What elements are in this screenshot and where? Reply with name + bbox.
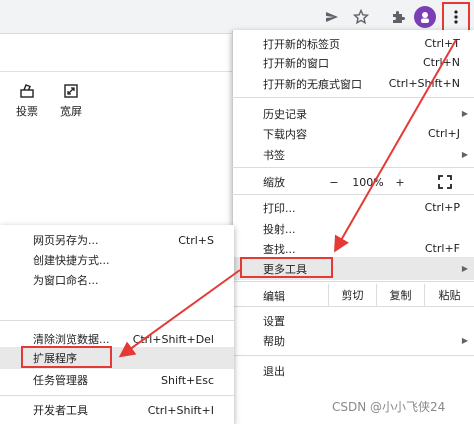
page-divider — [0, 71, 232, 72]
menu-separator — [232, 281, 474, 282]
menu-item-print[interactable]: 打印... Ctrl+P — [232, 196, 474, 219]
shortcut-clear-data: Ctrl+Shift+Del — [132, 332, 214, 346]
copy-button[interactable]: 复制 — [376, 284, 424, 306]
zoom-out-button[interactable]: − — [322, 172, 346, 192]
menu-item-new-window[interactable]: 打开新的窗口 Ctrl+N — [232, 51, 474, 74]
menu-separator — [232, 97, 474, 98]
chevron-right-icon: ▶ — [461, 150, 468, 159]
shortcut-save-page: Ctrl+S — [178, 233, 214, 247]
menu-separator — [232, 194, 474, 195]
chevron-right-icon: ▶ — [461, 336, 468, 345]
shortcut-dev-tools: Ctrl+Shift+I — [147, 403, 214, 417]
menu-separator — [232, 306, 474, 307]
widescreen-icon — [51, 82, 91, 100]
vote-label: 投票 — [16, 105, 38, 118]
submenu-separator — [0, 320, 234, 321]
chevron-right-icon: ▶ — [461, 109, 468, 118]
shortcut-find: Ctrl+F — [424, 242, 460, 255]
vote-icon — [7, 82, 47, 100]
submenu-item-dev-tools[interactable]: 开发者工具 Ctrl+Shift+I — [0, 399, 234, 421]
submenu-item-create-shortcut[interactable]: 创建快捷方式... — [0, 249, 234, 271]
vote-tool[interactable]: 投票 — [7, 82, 47, 119]
extensions-icon[interactable] — [386, 5, 410, 29]
shortcut-new-window: Ctrl+N — [422, 56, 460, 69]
shortcut-downloads: Ctrl+J — [427, 127, 460, 140]
extensions-highlight — [21, 346, 112, 368]
submenu-item-name-window[interactable]: 为窗口命名... — [0, 269, 234, 291]
cut-button[interactable]: 剪切 — [328, 284, 376, 306]
menu-button-highlight — [442, 2, 470, 32]
shortcut-new-incognito: Ctrl+Shift+N — [388, 77, 460, 90]
shortcut-print: Ctrl+P — [424, 201, 460, 214]
submenu-item-save-page[interactable]: 网页另存为... Ctrl+S — [0, 229, 234, 251]
browser-toolbar — [0, 0, 474, 34]
watermark: CSDN @小小飞侠24 — [332, 400, 446, 414]
profile-avatar[interactable] — [414, 6, 436, 28]
star-icon[interactable] — [349, 5, 373, 29]
submenu-separator — [0, 395, 234, 396]
chevron-right-icon: ▶ — [461, 264, 468, 273]
submenu-item-task-manager[interactable]: 任务管理器 Shift+Esc — [0, 369, 234, 391]
shortcut-new-tab: Ctrl+T — [424, 37, 460, 50]
menu-item-exit[interactable]: 退出 — [232, 359, 474, 382]
menu-separator — [232, 167, 474, 168]
share-icon[interactable] — [320, 5, 344, 29]
menu-item-zoom: 缩放 — [263, 175, 285, 189]
menu-item-help[interactable]: 帮助 ▶ — [232, 329, 474, 352]
paste-button[interactable]: 粘贴 — [424, 284, 474, 306]
fullscreen-icon[interactable] — [432, 172, 458, 192]
shortcut-task-manager: Shift+Esc — [161, 373, 214, 387]
more-tools-highlight — [240, 257, 333, 278]
widescreen-tool[interactable]: 宽屏 — [51, 82, 91, 119]
zoom-in-button[interactable]: + — [390, 172, 410, 192]
menu-item-new-incognito[interactable]: 打开新的无痕式窗口 Ctrl+Shift+N — [232, 72, 474, 95]
menu-item-bookmarks[interactable]: 书签 ▶ — [232, 143, 474, 166]
menu-separator — [232, 355, 474, 356]
menu-item-downloads[interactable]: 下载内容 Ctrl+J — [232, 122, 474, 145]
menu-item-edit: 编辑 — [263, 289, 285, 303]
widescreen-label: 宽屏 — [60, 105, 82, 118]
zoom-level: 100% — [352, 175, 384, 189]
